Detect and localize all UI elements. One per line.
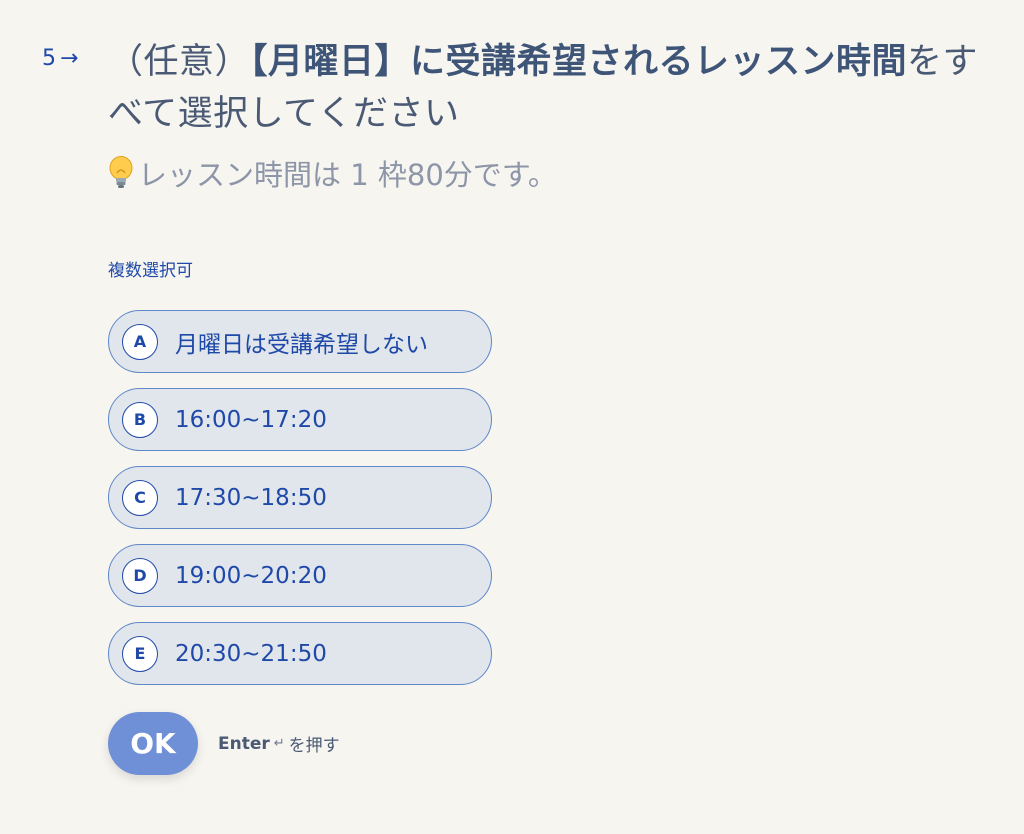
return-icon: ↵: [273, 736, 285, 751]
option-key: E: [122, 635, 158, 672]
option-label: 16:00~17:20: [175, 406, 327, 433]
option-b[interactable]: B 16:00~17:20: [108, 388, 492, 451]
option-label: 月曜日は受講希望しない: [175, 331, 428, 358]
enter-hint: Enter ↵ を押す: [218, 731, 340, 757]
option-key: D: [122, 557, 158, 594]
option-label: 19:00~20:20: [175, 562, 327, 589]
option-label: 20:30~21:50: [175, 640, 327, 667]
arrow-right-icon: →: [60, 46, 79, 71]
options-list: A 月曜日は受講希望しない B 16:00~17:20 C 17:30~18:5…: [108, 310, 492, 700]
question-title-prefix: （任意）: [108, 42, 251, 82]
question-hint: レッスン時間は 1 枠80分です。: [108, 152, 557, 194]
option-key: B: [122, 401, 158, 438]
option-a[interactable]: A 月曜日は受講希望しない: [108, 310, 492, 373]
question-number: 5 →: [42, 46, 78, 71]
option-key: A: [122, 323, 158, 360]
multi-select-label: 複数選択可: [108, 261, 193, 281]
option-key: C: [122, 479, 158, 516]
option-c[interactable]: C 17:30~18:50: [108, 466, 492, 529]
submit-row: OK Enter ↵ を押す: [108, 712, 340, 775]
option-label: 17:30~18:50: [175, 484, 327, 511]
option-e[interactable]: E 20:30~21:50: [108, 622, 492, 685]
question-title: （任意）【月曜日】に受講希望されるレッスン時間をすべて選択してください: [108, 36, 1008, 140]
ok-button[interactable]: OK: [108, 712, 198, 775]
question-title-bold: 【月曜日】に受講希望されるレッスン時間: [250, 42, 908, 82]
enter-hint-suffix: を押す: [288, 736, 340, 756]
enter-key-label: Enter: [218, 733, 270, 754]
question-number-text: 5: [42, 46, 56, 71]
form-page: 5 → （任意）【月曜日】に受講希望されるレッスン時間をすべて選択してください …: [0, 0, 1024, 834]
option-d[interactable]: D 19:00~20:20: [108, 544, 492, 607]
hint-text: レッスン時間は 1 枠80分です。: [138, 158, 557, 192]
lightbulb-icon: [108, 155, 134, 191]
